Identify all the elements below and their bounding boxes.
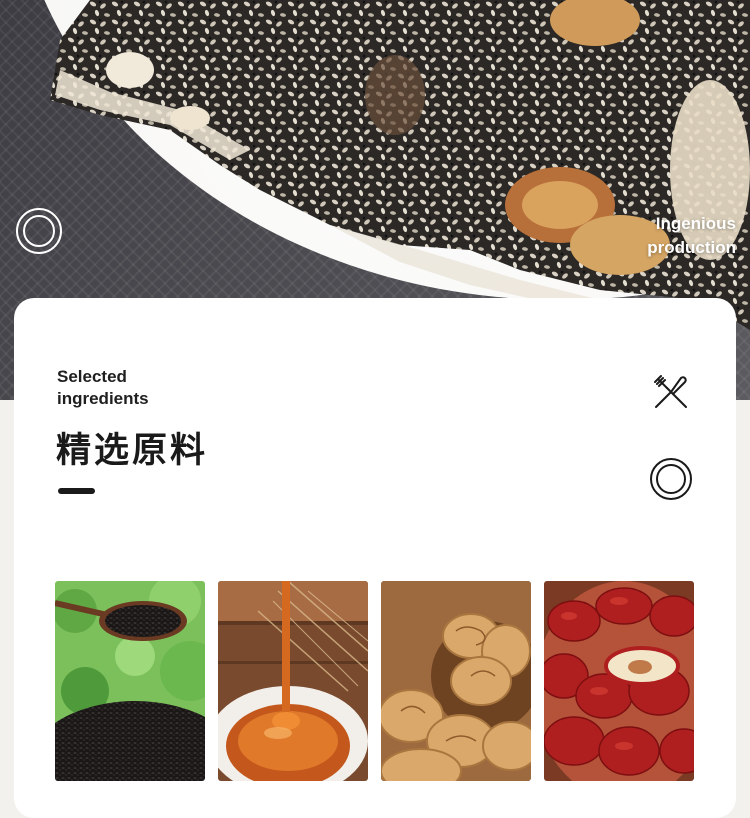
ingredient-walnut-image <box>381 581 531 781</box>
section-title-en: Selected ingredients <box>57 366 149 410</box>
plate-icon <box>650 458 692 500</box>
section-title-en-line2: ingredients <box>57 389 149 408</box>
fork-knife-icon <box>654 375 687 408</box>
hero-caption-line2: production <box>647 238 736 257</box>
ingredient-honey-image <box>218 581 368 781</box>
section-title-zh: 精选原料 <box>56 431 209 471</box>
hero-caption-line1: Ingenious <box>655 214 736 233</box>
ingredient-black-sesame-image <box>55 581 205 781</box>
hero-caption: Ingenious production <box>647 212 736 260</box>
ingredients-card: Selected ingredients 精选原料 <box>14 298 736 818</box>
section-title-en-line1: Selected <box>57 367 127 386</box>
ring-icon <box>16 208 62 254</box>
ingredient-red-jujube-image <box>544 581 694 781</box>
title-underline <box>58 488 95 494</box>
